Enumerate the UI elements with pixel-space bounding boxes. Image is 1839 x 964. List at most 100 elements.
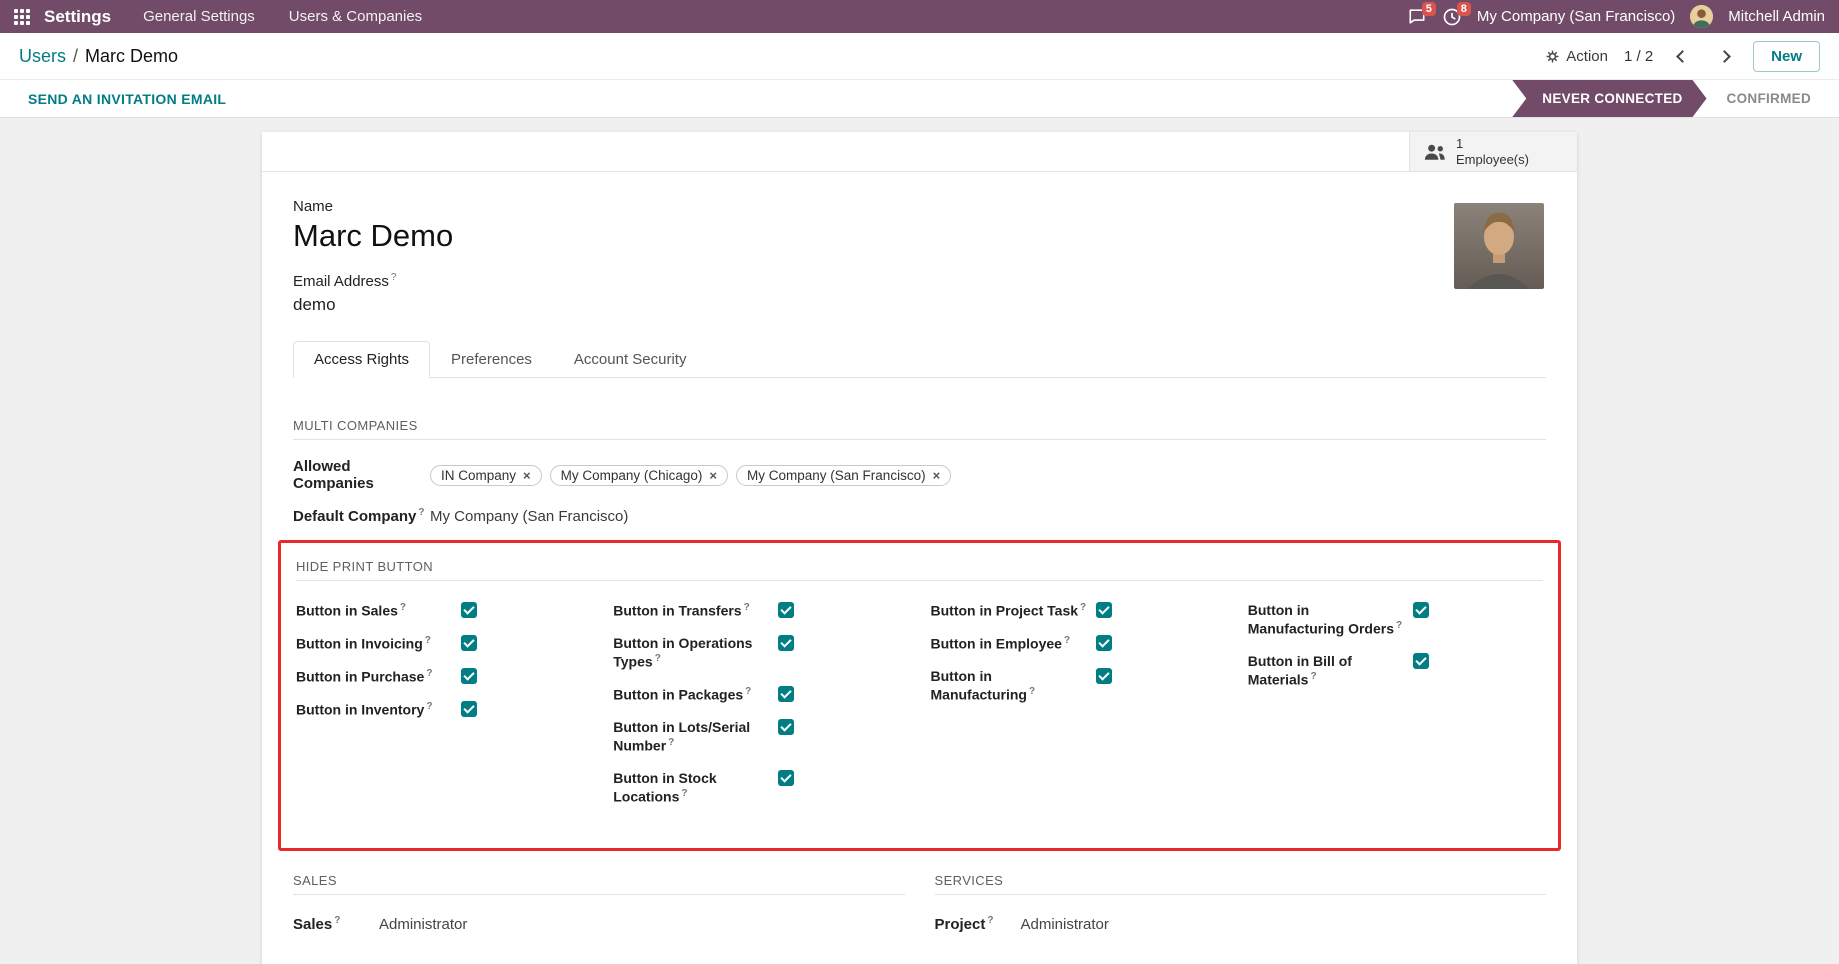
hide-print-highlight-box: HIDE PRINT BUTTON Button in Sales? Butto…	[278, 540, 1561, 851]
checkbox-button-in-sales[interactable]	[461, 602, 477, 618]
activities-button[interactable]: 8	[1442, 7, 1462, 27]
help-icon: ?	[391, 272, 397, 283]
company-tag[interactable]: My Company (Chicago) ×	[550, 465, 728, 486]
name-value[interactable]: Marc Demo	[293, 218, 1546, 254]
checkbox-button-in-transfers[interactable]	[778, 602, 794, 618]
breadcrumb-current: Marc Demo	[85, 46, 178, 67]
checkbox-row: Button in Employee?	[931, 634, 1226, 653]
menu-general-settings[interactable]: General Settings	[133, 8, 265, 25]
pager-previous-button[interactable]	[1669, 43, 1695, 69]
checkbox-button-in-stock-locations[interactable]	[778, 770, 794, 786]
default-company-row: Default Company? My Company (San Francis…	[293, 507, 1546, 525]
action-menu-button[interactable]: Action	[1545, 48, 1608, 65]
status-bar: SEND AN INVITATION EMAIL NEVER CONNECTED…	[0, 80, 1839, 118]
checkbox-button-in-packages[interactable]	[778, 686, 794, 702]
tag-remove-icon[interactable]: ×	[523, 468, 531, 483]
project-value[interactable]: Administrator	[1021, 916, 1109, 933]
help-icon: ?	[1064, 635, 1070, 646]
status-confirmed[interactable]: CONFIRMED	[1707, 80, 1839, 117]
email-value[interactable]: demo	[293, 295, 1546, 315]
allowed-companies-label: Allowed Companies	[293, 458, 430, 492]
checkbox-row: Button in Lots/Serial Number?	[613, 718, 908, 755]
section-title-hide-print: HIDE PRINT BUTTON	[296, 559, 1543, 581]
messages-button[interactable]: 5	[1407, 7, 1427, 26]
chevron-right-icon	[1718, 50, 1731, 63]
checkbox-button-in-operations-types[interactable]	[778, 635, 794, 651]
employees-label: Employee(s)	[1456, 152, 1529, 167]
checkbox-button-in-manufacturing[interactable]	[1096, 668, 1112, 684]
top-navbar: Settings General Settings Users & Compan…	[0, 0, 1839, 33]
control-panel: Users / Marc Demo Action 1 / 2 New	[0, 33, 1839, 80]
send-invitation-email-button[interactable]: SEND AN INVITATION EMAIL	[28, 91, 226, 107]
user-photo[interactable]	[1454, 203, 1544, 289]
gear-icon	[1545, 49, 1560, 64]
breadcrumb-separator: /	[73, 46, 78, 67]
tag-remove-icon[interactable]: ×	[709, 468, 717, 483]
checkbox-label: Button in Operations Types?	[613, 634, 778, 671]
notebook-tabs: Access Rights Preferences Account Securi…	[293, 341, 1546, 378]
checkbox-label: Button in Sales?	[296, 601, 461, 620]
breadcrumb-users-link[interactable]: Users	[19, 46, 66, 67]
tag-label: My Company (Chicago)	[561, 468, 703, 483]
employees-stat-button[interactable]: 1 Employee(s)	[1409, 132, 1577, 171]
help-icon: ?	[426, 668, 432, 679]
pager-next-button[interactable]	[1711, 43, 1737, 69]
employees-stat-text: 1 Employee(s)	[1456, 136, 1529, 167]
tag-label: IN Company	[441, 468, 516, 483]
people-icon	[1422, 141, 1447, 163]
help-icon: ?	[987, 915, 993, 926]
checkbox-button-in-purchase[interactable]	[461, 668, 477, 684]
company-tag[interactable]: IN Company ×	[430, 465, 542, 486]
group-services: SERVICES Project? Administrator	[935, 873, 1547, 947]
menu-users-companies[interactable]: Users & Companies	[279, 8, 432, 25]
user-name[interactable]: Mitchell Admin	[1728, 8, 1825, 25]
checkbox-label: Button in Bill of Materials?	[1248, 652, 1413, 689]
app-name[interactable]: Settings	[44, 7, 111, 27]
hide-print-grid: Button in Sales? Button in Invoicing? Bu…	[296, 601, 1543, 820]
tab-access-rights[interactable]: Access Rights	[293, 341, 430, 378]
help-icon: ?	[1396, 620, 1402, 631]
hide-print-col-1: Button in Sales? Button in Invoicing? Bu…	[296, 601, 591, 820]
checkbox-label: Button in Transfers?	[613, 601, 778, 620]
name-field-block: Name Marc Demo	[293, 198, 1546, 254]
section-title-multi-companies: MULTI COMPANIES	[293, 418, 1546, 440]
checkbox-button-in-project-task[interactable]	[1096, 602, 1112, 618]
user-avatar[interactable]	[1690, 5, 1713, 28]
checkbox-button-in-bill-of-materials[interactable]	[1413, 653, 1429, 669]
section-title-sales: SALES	[293, 873, 905, 895]
checkbox-label: Button in Lots/Serial Number?	[613, 718, 778, 755]
default-company-value[interactable]: My Company (San Francisco)	[430, 508, 628, 525]
tag-remove-icon[interactable]: ×	[933, 468, 941, 483]
checkbox-button-in-manufacturing-orders[interactable]	[1413, 602, 1429, 618]
tab-preferences[interactable]: Preferences	[430, 341, 553, 378]
hide-print-col-3: Button in Project Task? Button in Employ…	[931, 601, 1226, 820]
checkbox-label: Button in Employee?	[931, 634, 1096, 653]
checkbox-label: Button in Inventory?	[296, 700, 461, 719]
chevron-left-icon	[1676, 50, 1689, 63]
tab-account-security[interactable]: Account Security	[553, 341, 708, 378]
checkbox-button-in-lots-serial-number[interactable]	[778, 719, 794, 735]
project-label: Project?	[935, 915, 1021, 933]
allowed-companies-tags: IN Company × My Company (Chicago) × My C…	[430, 465, 951, 486]
help-icon: ?	[418, 507, 424, 518]
form-sheet: 1 Employee(s)	[262, 132, 1577, 964]
checkbox-button-in-invoicing[interactable]	[461, 635, 477, 651]
company-switcher[interactable]: My Company (San Francisco)	[1477, 8, 1675, 25]
action-label: Action	[1566, 48, 1608, 65]
checkbox-button-in-inventory[interactable]	[461, 701, 477, 717]
sheet-body: Name Marc Demo Email Address? demo Acces…	[262, 172, 1577, 964]
help-icon: ?	[1310, 671, 1316, 682]
apps-grid-icon[interactable]	[14, 9, 30, 25]
sales-value[interactable]: Administrator	[379, 916, 467, 933]
checkbox-button-in-employee[interactable]	[1096, 635, 1112, 651]
checkbox-row: Button in Transfers?	[613, 601, 908, 620]
help-icon: ?	[425, 635, 431, 646]
control-panel-right: Action 1 / 2 New	[1545, 41, 1820, 72]
help-icon: ?	[1029, 686, 1035, 697]
company-tag[interactable]: My Company (San Francisco) ×	[736, 465, 951, 486]
help-icon: ?	[681, 788, 687, 799]
messages-badge: 5	[1422, 2, 1436, 16]
status-never-connected[interactable]: NEVER CONNECTED	[1512, 80, 1706, 117]
new-button[interactable]: New	[1753, 41, 1820, 72]
activities-badge: 8	[1457, 2, 1471, 16]
